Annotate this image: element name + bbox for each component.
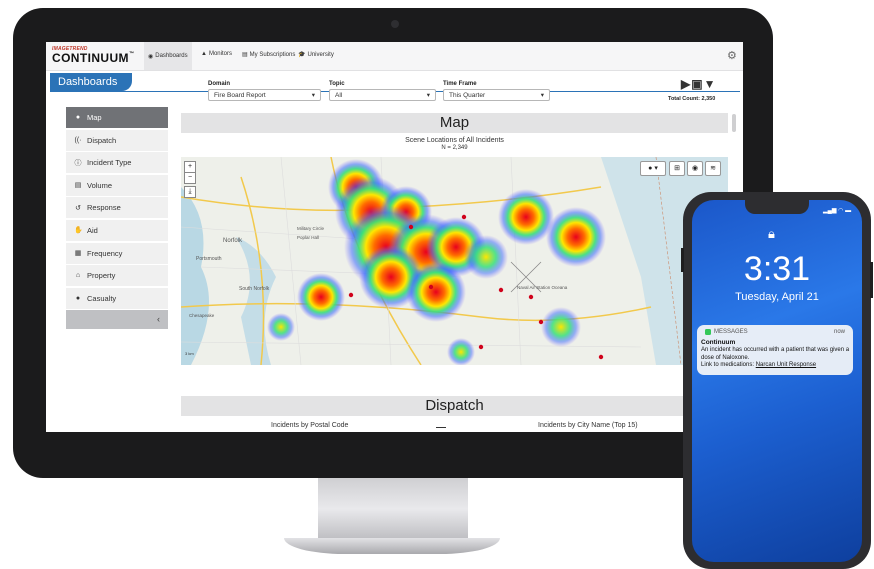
history-icon: ↺ (75, 204, 81, 212)
sidebar-item-casualty[interactable]: ● Casualty (66, 287, 168, 309)
section-title-dispatch: Dispatch (181, 396, 728, 416)
topic-select[interactable]: All ▾ (329, 89, 436, 101)
map-label-portsmouth: Portsmouth (196, 256, 222, 262)
lock-icon: 🔒︎ (768, 226, 775, 241)
map-label-south-norfolk: South Norfolk (239, 286, 270, 292)
caret-down-icon: ▾ (311, 92, 315, 99)
lock-screen-time: 3:31 (743, 250, 811, 288)
toolbar-icons: ▶▣▼ (681, 77, 716, 91)
map-label-poplar-hall: Poplar Hall (297, 235, 319, 240)
newspaper-icon: ▤ (242, 52, 248, 58)
layers-icon[interactable]: ≋ (705, 161, 721, 176)
nav-monitors[interactable]: ▲ Monitors (201, 51, 232, 57)
caret-down-icon: ▾ (426, 92, 430, 99)
monitor-stand (318, 478, 468, 540)
map-label-oceana: Naval Air Station Oceana (517, 285, 568, 290)
minimize-icon[interactable] (436, 427, 446, 428)
caret-down-icon: ▾ (540, 92, 544, 99)
map-marker-icon: ● (75, 114, 81, 121)
status-bar-icons: ▂▄▆ ◠ ▬ (823, 207, 851, 214)
document-icon: ▤ (74, 182, 82, 190)
notification-link[interactable]: Narcan Unit Response (756, 362, 816, 368)
map-label-norfolk: Norfolk (223, 238, 243, 244)
topic-label: Topic (329, 81, 345, 87)
boundary-line (655, 157, 682, 365)
sidebar-item-response[interactable]: ↺ Response (66, 197, 168, 219)
chart-title-postal-code: Incidents by Postal Code (271, 422, 349, 429)
heat-map[interactable]: Norfolk Portsmouth South Norfolk Militar… (181, 157, 728, 365)
sidebar-item-incident-type[interactable]: ⓘ Incident Type (66, 152, 168, 174)
eye-icon[interactable]: ◉ (687, 161, 703, 176)
notification-title: Continuum (701, 339, 736, 346)
total-count: Total Count: 2,350 (668, 96, 716, 102)
signal-icon: ▂▄▆ (823, 208, 837, 214)
play-icon[interactable]: ▶ (681, 77, 691, 91)
nav-university[interactable]: 🎓 University (298, 51, 334, 59)
timeframe-label: Time Frame (443, 81, 477, 87)
gear-icon[interactable]: ⚙ (727, 49, 737, 62)
nav-dashboards[interactable]: ◉ Dashboards (144, 42, 192, 70)
handshake-icon: ✋ (74, 227, 83, 235)
home-icon: ⌂ (75, 272, 81, 280)
calendar-icon: ▦ (74, 250, 82, 258)
phone-power-button (870, 262, 873, 298)
map-label-chesapeake: Chesapeake (189, 313, 215, 318)
camera-dot (391, 20, 399, 28)
map-subtitle: Scene Locations of All Incidents (405, 137, 504, 144)
heat-map-canvas: Norfolk Portsmouth South Norfolk Militar… (181, 157, 682, 365)
domain-select[interactable]: Fire Board Report ▾ (208, 89, 321, 101)
expand-icon[interactable]: ⊞ (669, 161, 685, 176)
phone-volume-button (681, 248, 684, 272)
save-icon[interactable]: ▣ (691, 77, 703, 91)
sidebar-item-frequency[interactable]: ▦ Frequency (66, 242, 168, 264)
dashboard-icon: ◉ (148, 53, 154, 60)
section-title-map: Map (181, 113, 728, 133)
map-label-military-circle: Military Circle (297, 226, 324, 231)
brand-logo[interactable]: CONTINUUM™ (52, 51, 134, 65)
domain-label: Domain (208, 81, 231, 87)
map-count: N = 2,349 (441, 145, 468, 151)
timeframe-select[interactable]: This Quarter ▾ (443, 89, 550, 101)
wifi-icon: ◠ (838, 208, 844, 214)
nav-subscriptions[interactable]: ▤ My Subscriptions (242, 51, 295, 59)
lock-screen-date: Tuesday, April 21 (735, 291, 819, 303)
chevron-left-icon: ‹ (157, 314, 160, 325)
sidebar: ● Map ((· Dispatch ⓘ Incident Type ▤ Volume … (66, 107, 168, 330)
map-marker-icon: ● (648, 165, 653, 172)
zoom-out-button[interactable]: − (184, 172, 196, 184)
radio-signal-icon: ((· (74, 136, 82, 144)
map-marker-dropdown[interactable]: ● ▾ (640, 161, 666, 176)
sidebar-item-dispatch[interactable]: ((· Dispatch (66, 129, 168, 151)
user-icon: ● (75, 294, 81, 302)
app-screen: IMAGETREND CONTINUUM™ ◉ Dashboards ▲ Monit… (46, 42, 743, 432)
notification-body: An incident has occurred with a patient … (701, 347, 850, 368)
warning-icon: ▲ (201, 51, 207, 57)
download-icon[interactable]: ⤓ (184, 186, 196, 198)
sidebar-item-property[interactable]: ⌂ Property (66, 265, 168, 287)
sidebar-item-aid[interactable]: ✋ Aid (66, 219, 168, 241)
sidebar-collapse-button[interactable]: ‹ (66, 310, 168, 330)
sidebar-item-map[interactable]: ● Map (66, 107, 168, 128)
graduation-cap-icon: 🎓 (298, 52, 306, 58)
battery-icon: ▬ (845, 208, 852, 214)
phone-notch (745, 200, 809, 214)
messages-icon (705, 329, 711, 335)
map-scale: 3 km (185, 351, 194, 356)
sidebar-item-volume[interactable]: ▤ Volume (66, 174, 168, 196)
notification-time: now (834, 329, 846, 335)
info-icon: ⓘ (74, 159, 82, 167)
notification-app: MESSAGES (705, 329, 748, 335)
scrollbar[interactable] (732, 114, 736, 132)
filter-icon[interactable]: ▼ (704, 77, 717, 91)
chart-title-city-name: Incidents by City Name (Top 15) (538, 422, 638, 429)
page-title: Dashboards (50, 73, 132, 91)
caret-down-icon: ▾ (654, 165, 658, 172)
monitor-stand-base (284, 538, 500, 554)
